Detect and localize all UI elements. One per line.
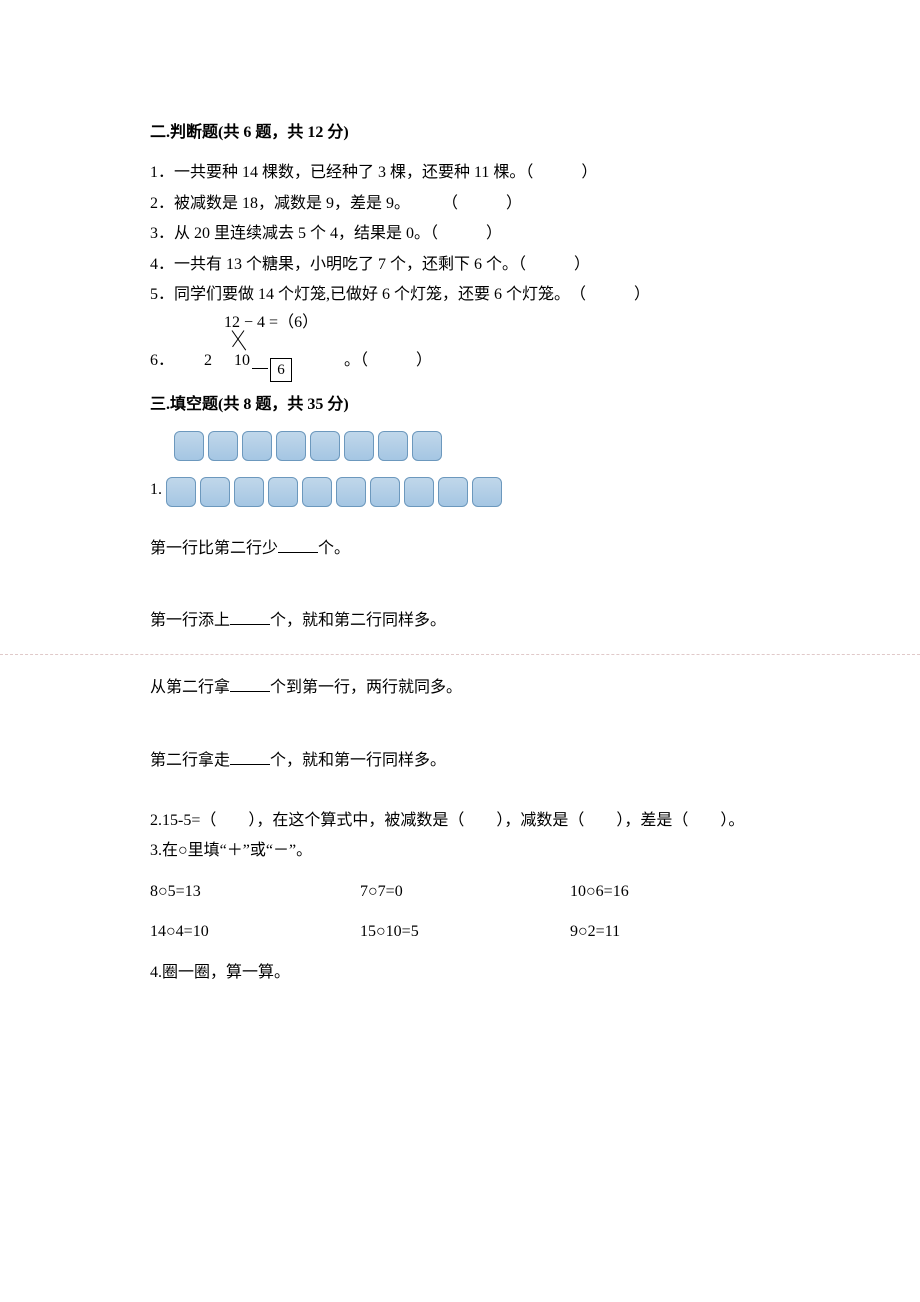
- blank: [278, 536, 318, 553]
- square-icon: [276, 431, 306, 461]
- s2-q1: 1．一共要种 14 棵数，已经种了 3 棵，还要种 11 棵。（ ）: [150, 158, 770, 188]
- s3-q1-sub1-a: 第一行比第二行少: [150, 540, 278, 557]
- square-icon: [344, 431, 374, 461]
- s2-q6-box: 6: [270, 358, 292, 382]
- square-icon: [336, 477, 366, 507]
- s3-q1-sub4-a: 第二行拿走: [150, 752, 230, 769]
- square-icon: [438, 477, 468, 507]
- s2-q6-diagram: 12 − 4 =（6） 2 10 6: [204, 312, 334, 376]
- s3-q3-r2c: 9○2=11: [570, 917, 780, 947]
- s2-q6-prefix: 6．: [150, 346, 174, 376]
- s3-q3-r2a: 14○4=10: [150, 917, 360, 947]
- blank: [230, 748, 270, 765]
- s2-q3: 3．从 20 里连续减去 5 个 4，结果是 0。（ ）: [150, 219, 770, 249]
- blank: [230, 608, 270, 625]
- s3-q1: 1. 第一行比第二行少 个。 第一行添上 个，就和第二行同样多。 从第二行拿 个到第一…: [150, 431, 770, 776]
- s2-q6-node-left: 2: [204, 346, 212, 376]
- s3-q3-r2b: 15○10=5: [360, 917, 570, 947]
- s3-q3-row2: 14○4=10 15○10=5 9○2=11: [150, 917, 770, 947]
- s3-q1-sub1-b: 个。: [318, 540, 350, 557]
- page-divider: [0, 654, 920, 655]
- s3-q1-row2: [166, 477, 506, 507]
- s2-q6-suffix: 。（ ）: [344, 346, 432, 376]
- s3-q4: 4.圈一圈，算一算。: [150, 958, 770, 988]
- square-icon: [208, 431, 238, 461]
- s3-q1-sub2-a: 第一行添上: [150, 612, 230, 629]
- square-icon: [174, 431, 204, 461]
- s3-q2: 2.15-5=（ ），在这个算式中，被减数是（ ），减数是（ ），差是（ ）。: [150, 806, 770, 836]
- s2-q6-link: [252, 368, 268, 369]
- s3-q1-sub4: 第二行拿走 个，就和第一行同样多。: [150, 746, 770, 776]
- s3-q3-r1b: 7○7=0: [360, 877, 570, 907]
- square-icon: [472, 477, 502, 507]
- square-icon: [200, 477, 230, 507]
- s3-q1-prefix: 1.: [150, 475, 162, 505]
- square-icon: [268, 477, 298, 507]
- s3-q1-sub2-b: 个，就和第二行同样多。: [270, 612, 446, 629]
- square-icon: [412, 431, 442, 461]
- s3-q1-sub3-a: 从第二行拿: [150, 679, 230, 696]
- s2-q5: 5．同学们要做 14 个灯笼,已做好 6 个灯笼，还要 6 个灯笼。 （ ）: [150, 280, 770, 310]
- square-icon: [234, 477, 264, 507]
- section-2-title: 二.判断题(共 6 题，共 12 分): [150, 118, 770, 148]
- s2-q4: 4．一共有 13 个糖果，小明吃了 7 个，还剩下 6 个。（ ）: [150, 250, 770, 280]
- s2-q2: 2．被减数是 18，减数是 9，差是 9。 （ ）: [150, 189, 770, 219]
- square-icon: [378, 431, 408, 461]
- square-icon: [404, 477, 434, 507]
- s3-q3-row1: 8○5=13 7○7=0 10○6=16: [150, 877, 770, 907]
- s2-q6: 6． 12 − 4 =（6） 2 10 6 。（ ）: [150, 312, 770, 376]
- s3-q3-r1c: 10○6=16: [570, 877, 780, 907]
- s3-q1-sub2: 第一行添上 个，就和第二行同样多。: [150, 606, 770, 636]
- s2-q6-expr: 12 − 4 =（6）: [224, 308, 318, 338]
- square-icon: [302, 477, 332, 507]
- s3-q3-r1a: 8○5=13: [150, 877, 360, 907]
- square-icon: [242, 431, 272, 461]
- s3-q3-title: 3.在○里填“＋”或“－”。: [150, 836, 770, 866]
- blank: [230, 675, 270, 692]
- square-icon: [310, 431, 340, 461]
- square-icon: [370, 477, 400, 507]
- s3-q1-sub3-b: 个到第一行，两行就同多。: [270, 679, 462, 696]
- s3-q1-sub3: 从第二行拿 个到第一行，两行就同多。: [150, 673, 770, 703]
- section-3-title: 三.填空题(共 8 题，共 35 分): [150, 390, 770, 420]
- square-icon: [166, 477, 196, 507]
- worksheet-page: 二.判断题(共 6 题，共 12 分) 1．一共要种 14 棵数，已经种了 3 …: [0, 0, 920, 1302]
- s3-q1-sub1: 第一行比第二行少 个。: [150, 534, 770, 564]
- s3-q1-sub4-b: 个，就和第一行同样多。: [270, 752, 446, 769]
- s3-q1-row1: [174, 431, 770, 461]
- s2-q6-node-mid: 10: [234, 346, 250, 376]
